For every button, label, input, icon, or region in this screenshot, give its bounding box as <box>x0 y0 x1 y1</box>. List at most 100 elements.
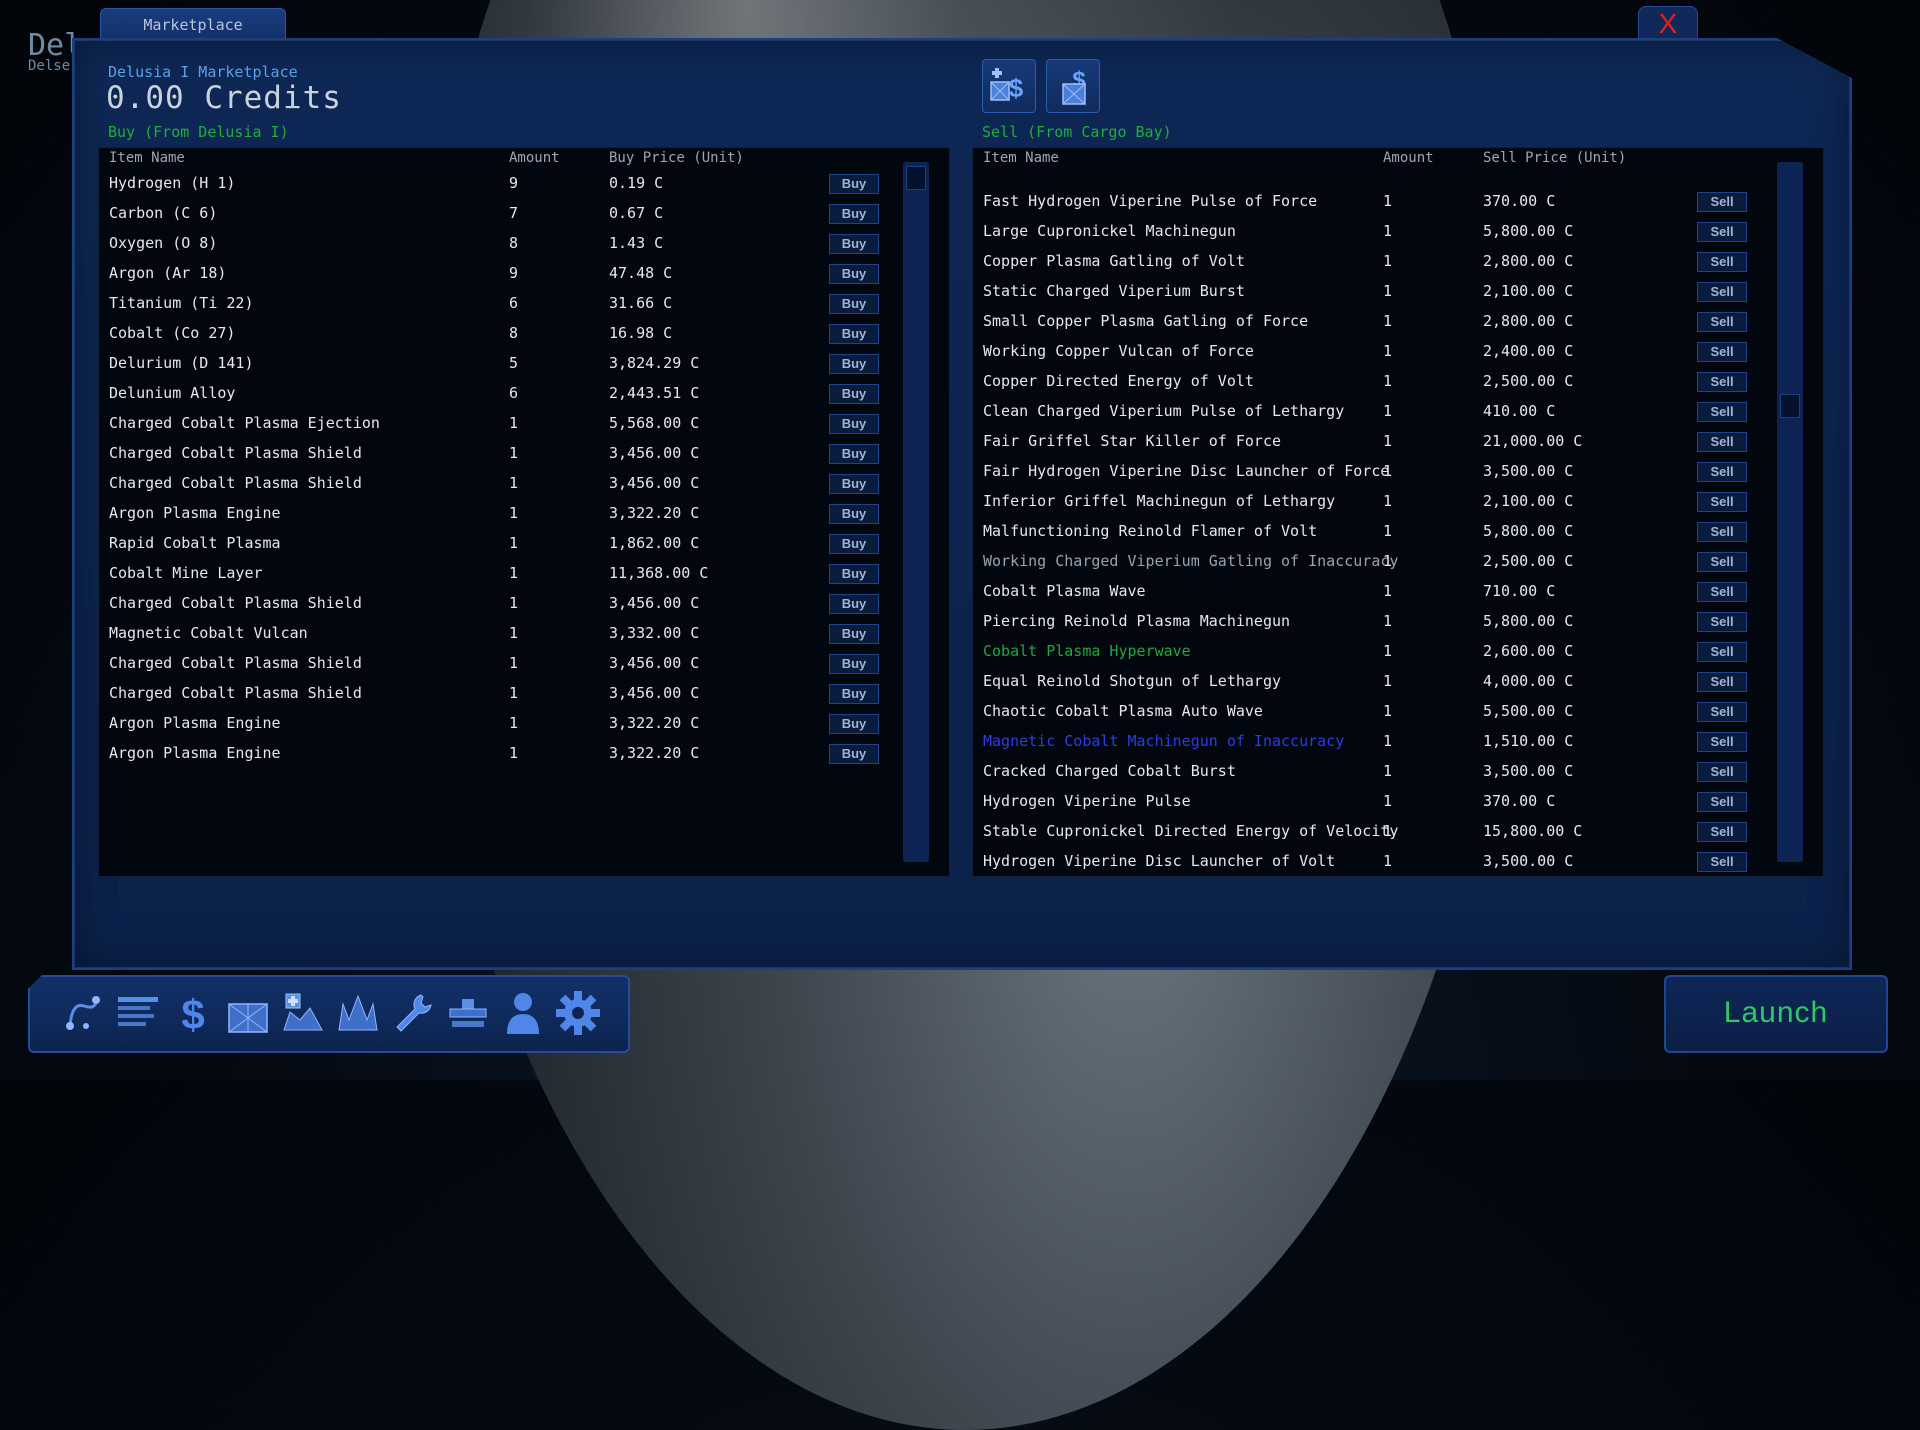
market-button[interactable]: $ <box>168 987 218 1039</box>
sell-row[interactable]: Hydrogen Viperine Disc Launcher of Volt 1… <box>973 846 1823 876</box>
sell-row[interactable]: Static Charged Viperium Burst 1 2,100.00 C… <box>973 276 1823 306</box>
buy-row[interactable]: Argon Plasma Engine 1 3,322.20 C Buy <box>99 708 949 738</box>
sell-button[interactable]: Sell <box>1697 252 1747 272</box>
sell-row[interactable]: Fair Griffel Star Killer of Force 1 21,000… <box>973 426 1823 456</box>
close-button[interactable]: X <box>1638 6 1698 42</box>
sell-button[interactable]: Sell <box>1697 312 1747 332</box>
buy-row[interactable]: Charged Cobalt Plasma Shield 1 3,456.00 C B… <box>99 678 949 708</box>
sell-button[interactable]: Sell <box>1697 192 1747 212</box>
sell-button[interactable]: Sell <box>1697 522 1747 542</box>
sell-row[interactable]: Large Cupronickel Machinegun 1 5,800.00 C S… <box>973 216 1823 246</box>
sell-row[interactable]: Clean Charged Viperium Pulse of Lethargy… <box>973 396 1823 426</box>
sell-button[interactable]: Sell <box>1697 612 1747 632</box>
launch-button[interactable]: Launch <box>1664 975 1888 1053</box>
station-button[interactable] <box>443 987 493 1039</box>
buy-button[interactable]: Buy <box>829 384 879 404</box>
buy-row[interactable]: Charged Cobalt Plasma Ejection 1 5,568.00 … <box>99 408 949 438</box>
route-button[interactable] <box>58 987 108 1039</box>
sell-row[interactable]: Fair Hydrogen Viperine Disc Launcher of … <box>973 456 1823 486</box>
sell-row[interactable]: Working Charged Viperium Gatling of Inac… <box>973 546 1823 576</box>
buy-row[interactable]: Charged Cobalt Plasma Shield 1 3,456.00 C B… <box>99 648 949 678</box>
tab-marketplace[interactable]: Marketplace <box>100 8 286 41</box>
buy-row[interactable]: Hydrogen (H 1) 9 0.19 C Buy <box>99 168 949 198</box>
buy-row[interactable]: Delurium (D 141) 5 3,824.29 C Buy <box>99 348 949 378</box>
buy-row[interactable]: Charged Cobalt Plasma Shield 1 3,456.00 C B… <box>99 438 949 468</box>
sell-row[interactable]: Magnetic Cobalt Machinegun of Inaccuracy… <box>973 726 1823 756</box>
buy-scroll-thumb[interactable] <box>906 166 926 190</box>
buy-button[interactable]: Buy <box>829 474 879 494</box>
buy-button[interactable]: Buy <box>829 654 879 674</box>
buy-button[interactable]: Buy <box>829 534 879 554</box>
buy-button[interactable]: Buy <box>829 324 879 344</box>
sell-row[interactable]: Malfunctioning Reinold Flamer of Volt 1 5,… <box>973 516 1823 546</box>
sell-row[interactable]: Hydrogen Viperine Pulse 1 370.00 C Sell <box>973 786 1823 816</box>
buy-button[interactable]: Buy <box>829 264 879 284</box>
sell-button[interactable]: Sell <box>1697 462 1747 482</box>
buy-button[interactable]: Buy <box>829 684 879 704</box>
sell-button[interactable]: Sell <box>1697 852 1747 872</box>
sell-button[interactable]: Sell <box>1697 732 1747 752</box>
sell-row[interactable]: Piercing Reinold Plasma Machinegun 1 5,800… <box>973 606 1823 636</box>
crew-button[interactable] <box>498 987 548 1039</box>
shipyard-button[interactable] <box>278 987 328 1039</box>
buy-row[interactable]: Carbon (C 6) 7 0.67 C Buy <box>99 198 949 228</box>
sell-button[interactable]: Sell <box>1697 792 1747 812</box>
sell-row[interactable]: Cracked Charged Cobalt Burst 1 3,500.00 C S… <box>973 756 1823 786</box>
buy-button[interactable]: Buy <box>829 414 879 434</box>
sell-row[interactable]: Chaotic Cobalt Plasma Auto Wave 1 5,500.00… <box>973 696 1823 726</box>
sell-row[interactable]: Copper Plasma Gatling of Volt 1 2,800.00 C… <box>973 246 1823 276</box>
buy-scrollbar[interactable] <box>903 162 929 862</box>
sell-button[interactable]: Sell <box>1697 552 1747 572</box>
sell-button[interactable]: Sell <box>1697 222 1747 242</box>
sell-row[interactable]: Fast Hydrogen Viperine Pulse of Force 1 37… <box>973 186 1823 216</box>
sell-row[interactable]: Inferior Griffel Machinegun of Lethargy 1… <box>973 486 1823 516</box>
sell-button[interactable]: Sell <box>1697 432 1747 452</box>
buy-row[interactable]: Cobalt (Co 27) 8 16.98 C Buy <box>99 318 949 348</box>
sell-button[interactable]: Sell <box>1697 582 1747 602</box>
buy-button[interactable]: Buy <box>829 234 879 254</box>
buy-button[interactable]: Buy <box>829 294 879 314</box>
buy-button[interactable]: Buy <box>829 594 879 614</box>
sell-button[interactable]: Sell <box>1697 762 1747 782</box>
buy-row[interactable]: Charged Cobalt Plasma Shield 1 3,456.00 C B… <box>99 468 949 498</box>
buy-button[interactable]: Buy <box>829 744 879 764</box>
log-button[interactable] <box>113 987 163 1039</box>
buy-row[interactable]: Charged Cobalt Plasma Shield 1 3,456.00 C B… <box>99 588 949 618</box>
buy-button[interactable]: Buy <box>829 354 879 374</box>
sell-row[interactable]: Equal Reinold Shotgun of Lethargy 1 4,000.… <box>973 666 1823 696</box>
sell-row[interactable]: Cobalt Plasma Hyperwave 1 2,600.00 C Sell <box>973 636 1823 666</box>
buy-button[interactable]: Buy <box>829 504 879 524</box>
buy-mode-button[interactable]: $ <box>982 59 1036 113</box>
cargo-button[interactable] <box>223 987 273 1039</box>
buy-button[interactable]: Buy <box>829 624 879 644</box>
repair-button[interactable] <box>388 987 438 1039</box>
buy-row[interactable]: Magnetic Cobalt Vulcan 1 3,332.00 C Buy <box>99 618 949 648</box>
sell-button[interactable]: Sell <box>1697 672 1747 692</box>
fleet-button[interactable] <box>333 987 383 1039</box>
sell-button[interactable]: Sell <box>1697 492 1747 512</box>
buy-row[interactable]: Argon (Ar 18) 9 47.48 C Buy <box>99 258 949 288</box>
buy-row[interactable]: Argon Plasma Engine 1 3,322.20 C Buy <box>99 498 949 528</box>
buy-button[interactable]: Buy <box>829 444 879 464</box>
sell-button[interactable]: Sell <box>1697 282 1747 302</box>
buy-button[interactable]: Buy <box>829 204 879 224</box>
buy-button[interactable]: Buy <box>829 174 879 194</box>
buy-row[interactable]: Rapid Cobalt Plasma 1 1,862.00 C Buy <box>99 528 949 558</box>
buy-row[interactable]: Titanium (Ti 22) 6 31.66 C Buy <box>99 288 949 318</box>
buy-row[interactable]: Delunium Alloy 6 2,443.51 C Buy <box>99 378 949 408</box>
sell-mode-button[interactable]: $ <box>1046 59 1100 113</box>
sell-row[interactable]: Small Copper Plasma Gatling of Force 1 2,8… <box>973 306 1823 336</box>
sell-scroll-thumb[interactable] <box>1780 394 1800 418</box>
sell-row[interactable]: Working Copper Vulcan of Force 1 2,400.00 … <box>973 336 1823 366</box>
sell-button[interactable]: Sell <box>1697 402 1747 422</box>
sell-button[interactable]: Sell <box>1697 702 1747 722</box>
sell-button[interactable]: Sell <box>1697 822 1747 842</box>
buy-button[interactable]: Buy <box>829 714 879 734</box>
sell-button[interactable]: Sell <box>1697 342 1747 362</box>
sell-row[interactable]: Cobalt Plasma Wave 1 710.00 C Sell <box>973 576 1823 606</box>
sell-row[interactable]: Stable Cupronickel Directed Energy of Ve… <box>973 816 1823 846</box>
sell-button[interactable]: Sell <box>1697 642 1747 662</box>
sell-row[interactable]: Copper Directed Energy of Volt 1 2,500.00 … <box>973 366 1823 396</box>
sell-scrollbar[interactable] <box>1777 162 1803 862</box>
buy-row[interactable]: Argon Plasma Engine 1 3,322.20 C Buy <box>99 738 949 768</box>
